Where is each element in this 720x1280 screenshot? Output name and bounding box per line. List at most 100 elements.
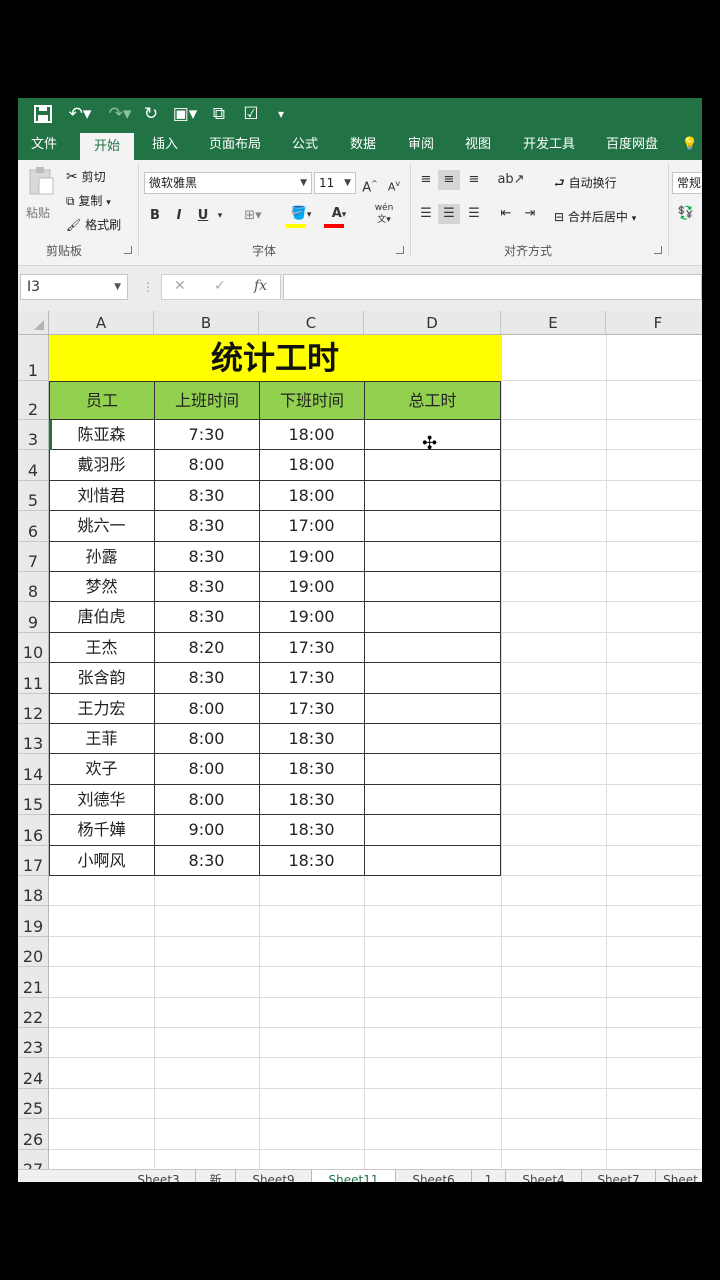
sheet-tab[interactable]: Sheet6 (396, 1170, 472, 1182)
column-header-e[interactable]: E (501, 311, 606, 335)
cut-button[interactable]: ✂ 剪切 (66, 168, 106, 185)
increase-indent-icon[interactable]: ⇥ (520, 204, 540, 224)
select-all-corner[interactable] (18, 311, 49, 335)
start-time-cell[interactable]: 8:00 (154, 694, 259, 724)
copy-format-icon[interactable]: ⧉ (208, 102, 230, 126)
undo-icon[interactable]: ↶▾ (64, 102, 96, 126)
end-time-cell[interactable]: 19:00 (259, 602, 364, 632)
copy-button[interactable]: ⧉ 复制 ▾ (66, 192, 111, 209)
end-time-cell[interactable]: 18:30 (259, 754, 364, 784)
row-header[interactable]: 27 (18, 1149, 49, 1169)
redo-icon[interactable]: ↷▾ (104, 102, 136, 126)
employee-cell[interactable]: 唐伯虎 (49, 602, 154, 632)
end-time-cell[interactable]: 18:30 (259, 724, 364, 754)
start-time-cell[interactable]: 8:30 (154, 602, 259, 632)
end-time-cell[interactable]: 18:30 (259, 785, 364, 815)
row-header[interactable]: 22 (18, 997, 49, 1028)
clipboard-launcher-icon[interactable] (124, 246, 132, 254)
row-header[interactable]: 25 (18, 1088, 49, 1120)
number-format-select[interactable]: 常规 (672, 172, 702, 194)
total-hours-cell[interactable] (364, 846, 501, 876)
total-hours-cell[interactable] (364, 724, 501, 754)
wrap-text-button[interactable]: ⮐ 自动换行 (554, 174, 617, 195)
worksheet-grid[interactable]: A B C D E F 1 2 3 4 5 6 7 8 9 10 11 12 13 14 15 16 17 18 1… (18, 311, 702, 1169)
total-hours-cell[interactable] (364, 572, 501, 602)
cancel-icon[interactable]: ✕ (174, 278, 186, 294)
end-time-cell[interactable]: 18:00 (259, 481, 364, 511)
total-hours-cell[interactable] (364, 815, 501, 845)
fill-color-button[interactable]: 🪣▾ (284, 204, 318, 228)
bold-button[interactable]: B (146, 206, 164, 226)
employee-cell[interactable]: 张含韵 (49, 663, 154, 693)
font-size-select[interactable]: 11 ▼ (314, 172, 356, 194)
row-header[interactable]: 14 (18, 754, 49, 785)
align-bottom-icon[interactable]: ≡ (464, 170, 484, 190)
start-time-cell[interactable]: 8:30 (154, 663, 259, 693)
row-header[interactable]: 13 (18, 724, 49, 755)
employee-cell[interactable]: 孙露 (49, 542, 154, 572)
tab-home[interactable]: 开始 (80, 133, 134, 160)
row-header[interactable]: 11 (18, 663, 49, 694)
employee-cell[interactable]: 戴羽彤 (49, 450, 154, 480)
employee-cell[interactable]: 王菲 (49, 724, 154, 754)
start-time-cell[interactable]: 7:30 (154, 420, 259, 450)
row-header[interactable]: 5 (18, 480, 49, 512)
customize-toolbar-icon[interactable]: ▾ (272, 102, 290, 126)
font-color-button[interactable]: A▾ (322, 204, 356, 228)
phonetic-guide-button[interactable]: wén 文▾ (366, 202, 402, 226)
align-middle-icon[interactable]: ≡ (438, 170, 460, 190)
total-hours-cell[interactable] (364, 511, 501, 541)
sheet-tab[interactable]: 新 (196, 1170, 236, 1182)
employee-cell[interactable]: 王力宏 (49, 694, 154, 724)
row-header[interactable]: 23 (18, 1028, 49, 1059)
row-header[interactable]: 24 (18, 1058, 49, 1089)
start-time-cell[interactable]: 8:30 (154, 481, 259, 511)
start-time-cell[interactable]: 8:00 (154, 754, 259, 784)
row-header[interactable]: 1 (18, 335, 49, 381)
row-header[interactable]: 20 (18, 936, 49, 968)
column-header-f[interactable]: F (606, 311, 702, 335)
start-time-cell[interactable]: 8:00 (154, 450, 259, 480)
paste-button[interactable]: 粘贴 (26, 204, 50, 221)
sheet-tab[interactable]: Sheet9 (236, 1170, 312, 1182)
employee-cell[interactable]: 小啊风 (49, 846, 154, 876)
alignment-launcher-icon[interactable] (654, 246, 662, 254)
header-end-time[interactable]: 下班时间 (259, 381, 365, 420)
row-header[interactable]: 3 (18, 420, 49, 451)
total-hours-cell[interactable] (364, 633, 501, 663)
employee-cell[interactable]: 陈亚森 (49, 420, 154, 450)
paste-icon[interactable] (24, 166, 58, 200)
underline-button[interactable]: U (194, 206, 212, 226)
row-header[interactable]: 7 (18, 541, 49, 572)
save-icon[interactable] (34, 102, 56, 126)
row-header[interactable]: 12 (18, 693, 49, 724)
employee-cell[interactable]: 杨千嬅 (49, 815, 154, 845)
font-name-select[interactable]: 微软雅黑 ▼ (144, 172, 312, 194)
end-time-cell[interactable]: 18:30 (259, 815, 364, 845)
checklist-icon[interactable]: ☑ (240, 102, 262, 126)
header-start-time[interactable]: 上班时间 (154, 381, 260, 420)
italic-button[interactable]: I (170, 206, 188, 226)
tab-data[interactable]: 数据 (338, 130, 388, 160)
employee-cell[interactable]: 王杰 (49, 633, 154, 663)
end-time-cell[interactable]: 17:30 (259, 694, 364, 724)
end-time-cell[interactable]: 19:00 (259, 572, 364, 602)
employee-cell[interactable]: 刘德华 (49, 785, 154, 815)
borders-icon[interactable]: ⊞▾ (238, 206, 268, 226)
start-time-cell[interactable]: 8:20 (154, 633, 259, 663)
start-time-cell[interactable]: 8:00 (154, 785, 259, 815)
row-header[interactable]: 10 (18, 632, 49, 664)
column-header-d[interactable]: D (364, 311, 501, 335)
refresh-icon[interactable]: ↻ (140, 102, 162, 126)
row-header[interactable]: 9 (18, 602, 49, 633)
row-header[interactable]: 17 (18, 845, 49, 876)
start-time-cell[interactable]: 9:00 (154, 815, 259, 845)
start-time-cell[interactable]: 8:30 (154, 542, 259, 572)
align-left-icon[interactable]: ☰ (416, 204, 436, 224)
employee-cell[interactable]: 欢子 (49, 754, 154, 784)
column-header-c[interactable]: C (259, 311, 364, 335)
row-header[interactable]: 2 (18, 381, 49, 420)
currency-format-icon[interactable]: 💱 (674, 204, 698, 224)
decrease-indent-icon[interactable]: ⇤ (496, 204, 516, 224)
row-header[interactable]: 16 (18, 815, 49, 846)
